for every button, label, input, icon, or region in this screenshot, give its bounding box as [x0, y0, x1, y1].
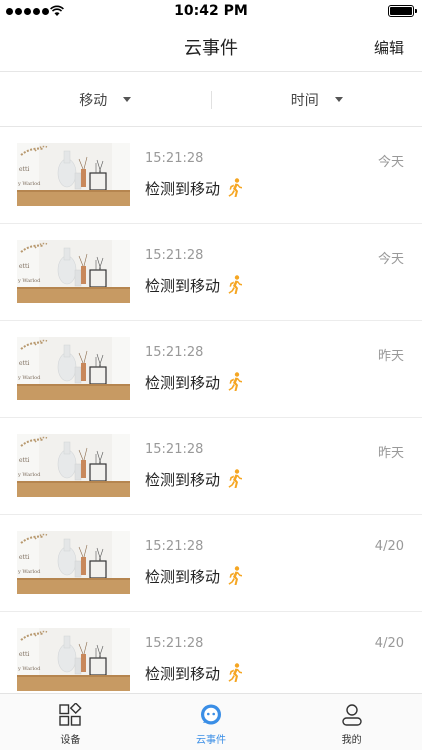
- event-time: 15:21:28: [145, 345, 204, 360]
- devices-grid-icon: [59, 703, 82, 726]
- time-filter[interactable]: 时间: [212, 73, 422, 126]
- walking-person-icon: [227, 275, 243, 295]
- event-label: 检测到移动: [145, 665, 221, 683]
- tab-bar: 设备 云事件 我的: [0, 693, 422, 750]
- battery-icon: [388, 5, 417, 17]
- event-label: 检测到移动: [145, 471, 221, 489]
- event-label: 检测到移动: [145, 180, 221, 198]
- event-type-filter[interactable]: 移动: [0, 73, 211, 126]
- event-thumbnail[interactable]: etti y Warlod: [17, 240, 130, 303]
- event-list: etti y Warlod 15:21:28 今天 检测到移动 etti y War…: [0, 127, 422, 709]
- caret-down-icon: [123, 97, 132, 102]
- svg-text:etti: etti: [19, 166, 29, 173]
- event-time: 15:21:28: [145, 539, 204, 554]
- event-date: 昨天: [377, 446, 404, 461]
- event-row[interactable]: etti y Warlod 15:21:28 昨天检测到移动: [0, 418, 422, 515]
- walking-person-icon: [227, 663, 243, 683]
- svg-text:etti: etti: [19, 263, 29, 270]
- event-row[interactable]: etti y Warlod 15:21:28 4/20 检测到移动: [0, 515, 422, 612]
- tab-devices[interactable]: 设备: [0, 694, 141, 750]
- person-icon: [341, 704, 362, 726]
- event-thumbnail[interactable]: etti y Warlod: [17, 434, 130, 497]
- tab-cloud-events-label: 云事件: [196, 735, 226, 746]
- tab-cloud-events[interactable]: 云事件: [141, 694, 282, 750]
- event-row[interactable]: etti y Warlod 15:21:28 今天检测到移动: [0, 224, 422, 321]
- svg-text:etti: etti: [19, 554, 29, 561]
- event-type-filter-label: 移动: [79, 92, 108, 109]
- walking-person-icon: [227, 372, 243, 392]
- walking-person-icon: [227, 469, 243, 489]
- event-time: 15:21:28: [145, 636, 204, 651]
- event-date: 今天: [377, 155, 404, 170]
- svg-text:etti: etti: [19, 360, 29, 367]
- svg-text:y Warlod: y Warlod: [17, 181, 41, 187]
- svg-text:y Warlod: y Warlod: [17, 278, 41, 284]
- event-date: 昨天: [377, 349, 404, 364]
- tab-devices-label: 设备: [60, 735, 81, 746]
- tab-profile-label: 我的: [341, 735, 362, 746]
- svg-text:y Warlod: y Warlod: [17, 375, 41, 381]
- status-bar: 10:42 PM: [0, 0, 422, 22]
- cloud-chat-icon: [201, 704, 221, 725]
- svg-text:y Warlod: y Warlod: [17, 666, 41, 672]
- filter-bar: 移动 时间: [0, 73, 422, 127]
- event-thumbnail[interactable]: etti y Warlod: [17, 337, 130, 400]
- event-date: 今天: [377, 252, 404, 267]
- status-time: 10:42 PM: [174, 3, 248, 19]
- event-label: 检测到移动: [145, 568, 221, 586]
- event-time: 15:21:28: [145, 248, 204, 263]
- edit-button[interactable]: 编辑: [374, 37, 404, 58]
- svg-text:y Warlod: y Warlod: [17, 569, 41, 575]
- svg-text:etti: etti: [19, 457, 29, 464]
- event-label: 检测到移动: [145, 374, 221, 392]
- time-filter-label: 时间: [290, 92, 319, 109]
- event-row[interactable]: etti y Warlod 15:21:28 昨天检测到移动: [0, 321, 422, 418]
- event-time: 15:21:28: [145, 151, 204, 166]
- event-row[interactable]: etti y Warlod 15:21:28 今天检测到移动: [0, 127, 422, 224]
- event-thumbnail[interactable]: etti y Warlod: [17, 531, 130, 594]
- event-thumbnail[interactable]: etti y Warlod: [17, 628, 130, 691]
- page-title: 云事件: [184, 38, 238, 59]
- caret-down-icon: [334, 97, 343, 102]
- event-date: 4/20: [374, 636, 404, 651]
- event-time: 15:21:28: [145, 442, 204, 457]
- svg-text:etti: etti: [19, 651, 29, 658]
- svg-text:y Warlod: y Warlod: [17, 472, 41, 478]
- event-label: 检测到移动: [145, 277, 221, 295]
- event-date: 4/20: [374, 539, 404, 554]
- tab-profile[interactable]: 我的: [281, 694, 422, 750]
- navigation-bar: 云事件 编辑: [0, 22, 422, 72]
- event-thumbnail[interactable]: etti y Warlod: [17, 143, 130, 206]
- walking-person-icon: [227, 178, 243, 198]
- walking-person-icon: [227, 566, 243, 586]
